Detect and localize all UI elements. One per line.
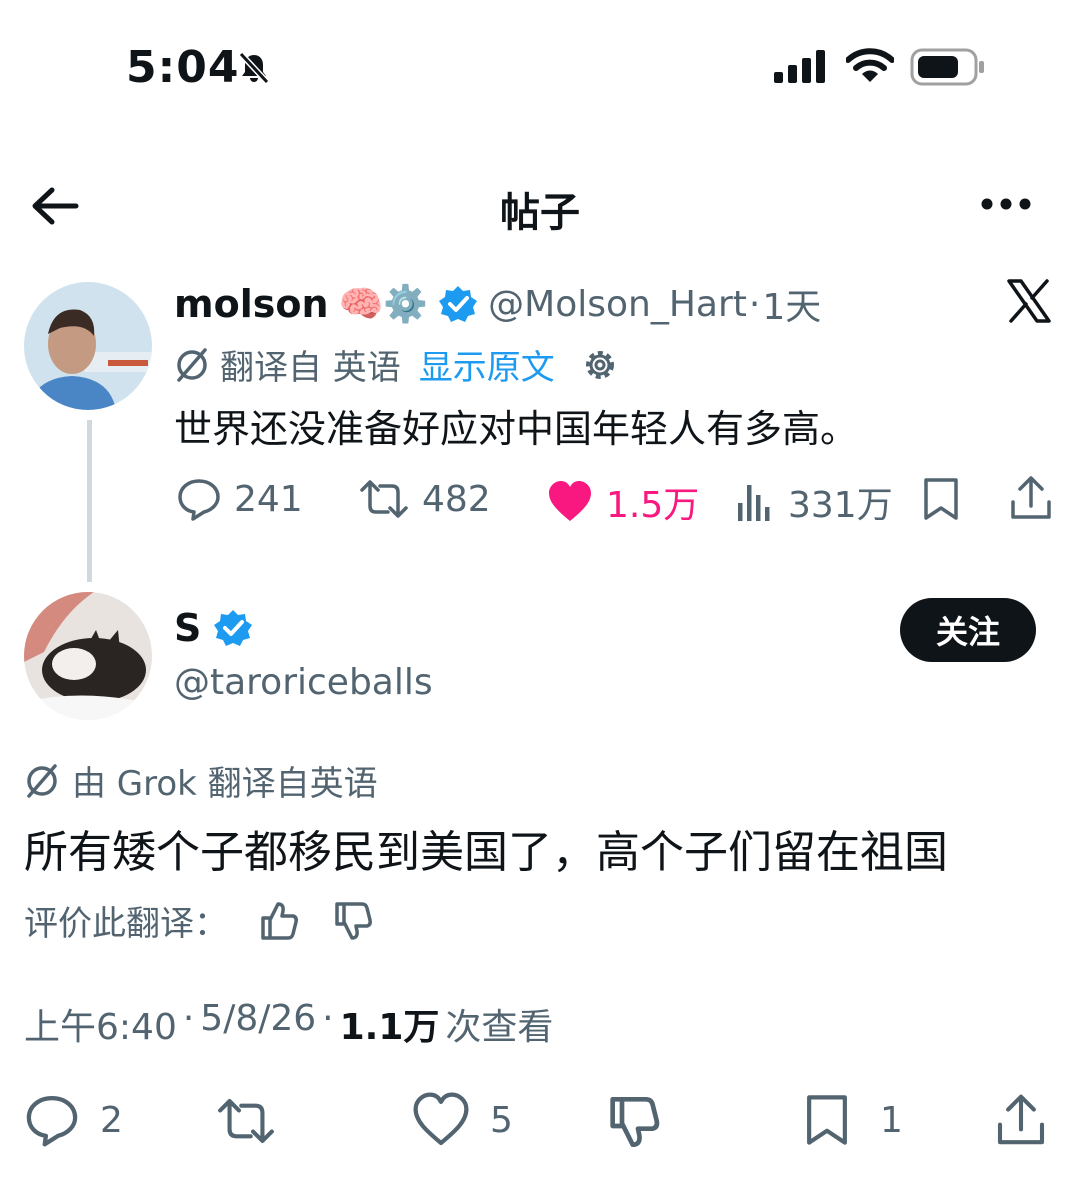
translate-icon (27, 763, 57, 798)
tweet-time: 上午6:40 (24, 1007, 177, 1048)
thumbs-down-icon[interactable] (332, 900, 374, 942)
reply-icon (26, 1095, 78, 1147)
follow-button[interactable]: 关注 (900, 598, 1036, 662)
grok-translation-note: 由 Grok 翻译自英语 (72, 764, 378, 804)
status-time: 5:04 (126, 42, 240, 93)
bookmark-icon[interactable] (920, 476, 962, 522)
separator: · (182, 998, 195, 1039)
reply-count: 241 (234, 478, 303, 520)
more-options-icon[interactable] (980, 196, 1032, 212)
views-count: 331万 (788, 485, 893, 526)
downvote-icon[interactable] (606, 1094, 662, 1150)
tweet-text: 世界还没准备好应对中国年轻人有多高。 (174, 407, 859, 451)
battery-icon (910, 48, 984, 86)
display-name[interactable]: S (174, 606, 201, 650)
display-name[interactable]: molson (174, 282, 329, 326)
views-chart-icon (738, 485, 770, 521)
wifi-icon (846, 48, 894, 82)
separator: · (748, 283, 761, 325)
handle[interactable]: @Molson_Hart (488, 284, 747, 325)
bell-muted-icon (238, 51, 270, 85)
bookmark-button[interactable]: 1 (802, 1092, 903, 1148)
translate-icon (177, 347, 207, 382)
settings-gear-icon[interactable] (581, 346, 619, 384)
views-label: 次查看 (445, 1007, 554, 1048)
thumbs-up-icon[interactable] (258, 900, 300, 942)
reply-button[interactable]: 241 (176, 476, 303, 522)
cellular-signal-icon (774, 50, 825, 83)
retweet-button[interactable]: 482 (358, 476, 491, 522)
avatar[interactable] (24, 592, 152, 720)
retweet-count: 482 (422, 478, 491, 520)
reply-text: 所有矮个子都移民到美国了，高个子们留在祖国 (24, 827, 948, 878)
x-logo-icon (1007, 279, 1051, 323)
handle[interactable]: @taroriceballs (174, 662, 433, 703)
name-emojis: 🧠⚙️ (338, 284, 429, 325)
views-count: 1.1万 (339, 1007, 440, 1048)
heart-filled-icon (549, 481, 591, 521)
separator: · (322, 998, 334, 1039)
thread-line (87, 420, 92, 582)
like-count: 5 (490, 1099, 513, 1141)
reply-button[interactable]: 2 (24, 1092, 123, 1148)
rate-translation-label: 评价此翻译： (24, 904, 228, 944)
tweet-date: 5/8/26 (200, 998, 317, 1039)
show-original-link[interactable]: 显示原文 (419, 340, 555, 389)
verified-badge-icon (214, 610, 253, 646)
reply-count: 2 (100, 1099, 123, 1141)
retweet-icon[interactable] (214, 1094, 278, 1148)
translated-from-label: 翻译自 英语 (220, 348, 401, 388)
like-count: 1.5万 (606, 485, 700, 526)
like-button[interactable]: 1.5万 (546, 476, 699, 528)
share-icon[interactable] (994, 1092, 1048, 1148)
tweet-meta: 上午6:40 · 5/8/26 · 1.1万 次查看 (24, 998, 553, 1050)
retweet-icon (360, 480, 408, 518)
bookmark-count: 1 (880, 1099, 903, 1141)
share-icon[interactable] (1008, 474, 1054, 522)
like-button[interactable]: 5 (412, 1092, 513, 1148)
bookmark-icon (807, 1095, 847, 1145)
avatar[interactable] (24, 282, 152, 410)
verified-badge-icon (439, 286, 478, 322)
reply-icon (178, 479, 220, 521)
views-button[interactable]: 331万 (736, 476, 893, 528)
page-title: 帖子 (500, 190, 580, 236)
heart-outline-icon (413, 1092, 469, 1146)
tweet-age: 1天 (762, 287, 822, 328)
